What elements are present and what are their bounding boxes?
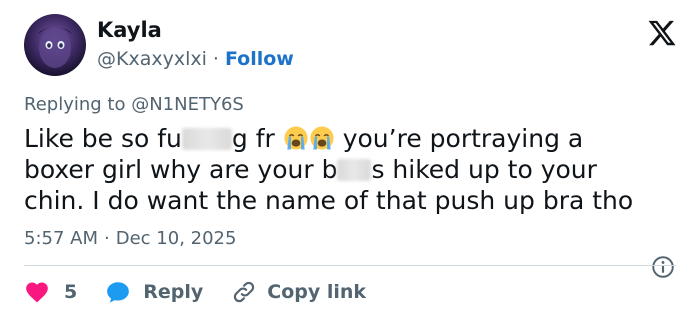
tweet-line-2: boxer girl why are your b s hiked up to y… [24,154,684,185]
avatar-image [38,27,72,68]
like-count: 5 [64,281,78,303]
tweet-line-3: chin. I do want the name of that push up… [24,186,634,215]
action-bar: 5 Reply Copy link [24,278,366,306]
speech-bubble-icon [107,282,130,303]
tweet-timestamp[interactable]: 5:57 AM · Dec 10, 2025 [24,228,236,249]
avatar[interactable] [24,14,86,76]
author-name[interactable]: Kayla [97,18,162,42]
info-icon[interactable] [650,254,676,280]
tweet-date: Dec 10, 2025 [115,228,237,249]
x-logo-icon[interactable] [647,18,677,48]
tweet-text: Like be so fu g fr you’re portraying a bo… [24,123,684,216]
reply-button[interactable]: Reply [105,279,203,305]
replying-to: Replying to @N1NETY6S [24,94,244,115]
author-handle-row: @Kxaxyxlxi · Follow [97,48,294,70]
tweet-text-segment: Like be so fu [24,124,182,153]
link-icon [234,281,255,303]
tweet-text-segment: s hiked up to your [371,155,597,184]
tweet-text-segment: g fr [231,124,275,153]
reply-label: Reply [143,281,204,303]
replying-mention[interactable]: @N1NETY6S [131,94,244,115]
copy-link-button[interactable]: Copy link [231,279,366,305]
divider [24,265,676,266]
tweet-text-segment: boxer girl why are your b [24,155,338,184]
censor-blur [337,159,372,181]
tweet-line-1: Like be so fu g fr you’re portraying a [24,123,684,154]
censor-blur [181,128,232,150]
author-handle[interactable]: @Kxaxyxlxi [97,48,207,70]
separator-dot: · [104,228,110,249]
tweet-text-segment: you’re portraying a [342,124,584,153]
tweet-time: 5:57 AM [24,228,98,249]
copy-link-label: Copy link [267,281,367,303]
separator-dot: · [212,48,219,70]
replying-prefix: Replying to [24,94,126,115]
loudly-crying-face-icon [284,126,308,150]
follow-button[interactable]: Follow [225,48,294,70]
like-button[interactable]: 5 [24,279,77,305]
heart-icon [26,282,48,303]
loudly-crying-face-icon [310,126,334,150]
